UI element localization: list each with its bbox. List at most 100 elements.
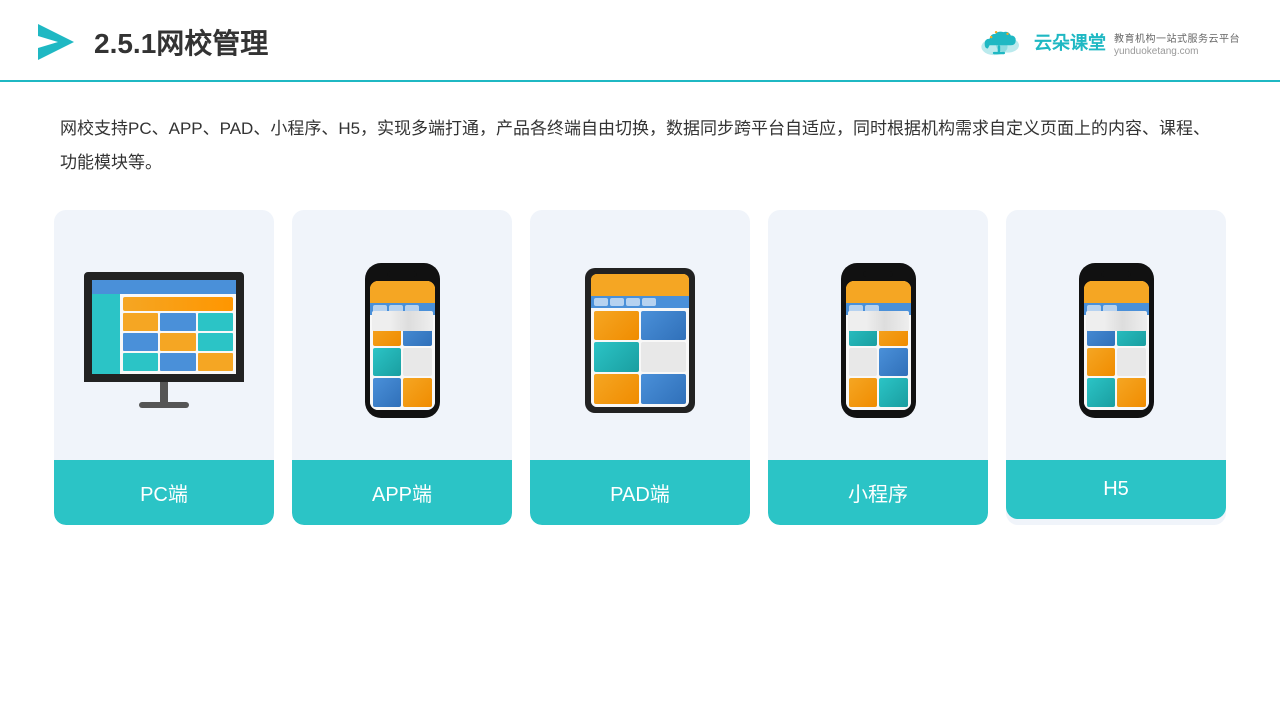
pad-block-3 xyxy=(594,342,639,372)
brand-name-area: 云朵课堂 xyxy=(1034,29,1106,55)
app-phone-screen xyxy=(370,281,435,410)
pc-top-bar xyxy=(92,280,236,294)
pc-card-1 xyxy=(123,313,158,331)
pc-card-7 xyxy=(123,353,158,371)
pc-card-5 xyxy=(160,333,195,351)
miniapp-image-area xyxy=(768,210,988,460)
nav-dot-2 xyxy=(389,305,403,313)
nav-dot-3 xyxy=(405,305,419,313)
block-2 xyxy=(403,318,432,346)
pad-screen-header xyxy=(591,274,689,296)
pc-screen-content xyxy=(92,280,236,374)
pad-block-1 xyxy=(594,311,639,341)
h5-screen-header xyxy=(1084,281,1149,303)
phone-notch-3 xyxy=(1101,271,1131,277)
pc-card-3 xyxy=(198,313,233,331)
miniapp-screen-body xyxy=(846,315,911,410)
pc-card-2 xyxy=(160,313,195,331)
h5-phone xyxy=(1079,263,1154,418)
phone-notch-1 xyxy=(387,271,417,277)
app-screen-body xyxy=(370,315,435,410)
header-left: 2.5.1网校管理 xyxy=(30,18,268,66)
miniapp-block-5 xyxy=(849,378,878,406)
pc-label: PC端 xyxy=(54,460,274,525)
app-screen-content xyxy=(370,281,435,410)
h5-block-4 xyxy=(1117,348,1146,376)
pc-image-area xyxy=(54,210,274,460)
block-6 xyxy=(403,378,432,406)
pc-card-8 xyxy=(160,353,195,371)
block-5 xyxy=(373,378,402,406)
miniapp-nav-row xyxy=(846,303,911,315)
block-4 xyxy=(403,348,432,376)
miniapp-block-3 xyxy=(849,348,878,376)
pad-block-4 xyxy=(641,342,686,372)
pc-monitor xyxy=(84,272,244,408)
h5-block-6 xyxy=(1117,378,1146,406)
pad-screen-body xyxy=(591,308,689,407)
app-phone xyxy=(365,263,440,418)
pc-cards-row-3 xyxy=(123,353,233,371)
pc-card-4 xyxy=(123,333,158,351)
pad-block-5 xyxy=(594,374,639,404)
h5-block-3 xyxy=(1087,348,1116,376)
app-image-area xyxy=(292,210,512,460)
logo-arrow-icon xyxy=(30,18,78,66)
app-label: APP端 xyxy=(292,460,512,525)
h5-nav-row xyxy=(1084,303,1149,315)
header: 2.5.1网校管理 云朵课堂 教育机构一站式服务云平台 yunduoketang… xyxy=(0,0,1280,82)
miniapp-card: 小程序 xyxy=(768,210,988,525)
main-content: 网校支持PC、APP、PAD、小程序、H5，实现多端打通，产品各终端自由切换，数… xyxy=(0,82,1280,545)
cards-grid: PC端 xyxy=(60,210,1220,525)
h5-image-area xyxy=(1006,210,1226,460)
pc-card-6 xyxy=(198,333,233,351)
miniapp-label: 小程序 xyxy=(768,460,988,525)
page-title: 2.5.1网校管理 xyxy=(94,22,268,62)
h5-nav-dot-1 xyxy=(1087,305,1101,313)
h5-screen-content xyxy=(1084,281,1149,410)
pc-cards-row xyxy=(123,313,233,331)
brand-url: yunduoketang.com xyxy=(1114,46,1240,57)
h5-block-1 xyxy=(1087,318,1116,346)
miniapp-screen-content xyxy=(846,281,911,410)
app-card: APP端 xyxy=(292,210,512,525)
brand-area: 云朵课堂 教育机构一站式服务云平台 yunduoketang.com xyxy=(976,24,1240,60)
block-1 xyxy=(373,318,402,346)
cloud-icon xyxy=(976,24,1026,60)
miniapp-block-1 xyxy=(849,318,878,346)
description-text: 网校支持PC、APP、PAD、小程序、H5，实现多端打通，产品各终端自由切换，数… xyxy=(60,112,1220,180)
pad-nav-dot-4 xyxy=(642,298,656,306)
miniapp-phone xyxy=(841,263,916,418)
brand-slogan: 教育机构一站式服务云平台 xyxy=(1114,30,1240,45)
pad-block-6 xyxy=(641,374,686,404)
h5-label: H5 xyxy=(1006,460,1226,519)
h5-block-5 xyxy=(1087,378,1116,406)
pad-nav-dot-3 xyxy=(626,298,640,306)
app-screen-header xyxy=(370,281,435,303)
miniapp-nav-dot-2 xyxy=(865,305,879,313)
miniapp-block-2 xyxy=(879,318,908,346)
h5-screen-body xyxy=(1084,315,1149,410)
pad-image-area xyxy=(530,210,750,460)
pad-screen xyxy=(591,274,689,407)
monitor-base xyxy=(139,402,189,408)
pc-banner xyxy=(123,297,233,311)
pc-sidebar xyxy=(92,294,120,374)
pc-main-area xyxy=(120,294,236,374)
pad-nav-dot-2 xyxy=(610,298,624,306)
h5-block-2 xyxy=(1117,318,1146,346)
pad-nav-dot-1 xyxy=(594,298,608,306)
pad-label: PAD端 xyxy=(530,460,750,525)
h5-nav-dot-2 xyxy=(1103,305,1117,313)
brand-logo: 云朵课堂 教育机构一站式服务云平台 yunduoketang.com xyxy=(976,24,1240,60)
pc-card: PC端 xyxy=(54,210,274,525)
pad-card: PAD端 xyxy=(530,210,750,525)
monitor-screen xyxy=(84,272,244,382)
monitor-stand xyxy=(160,382,168,402)
pc-cards-row-2 xyxy=(123,333,233,351)
miniapp-nav-dot-1 xyxy=(849,305,863,313)
app-nav-row xyxy=(370,303,435,315)
pad-block-2 xyxy=(641,311,686,341)
h5-card: H5 xyxy=(1006,210,1226,525)
pad-tablet xyxy=(585,268,695,413)
